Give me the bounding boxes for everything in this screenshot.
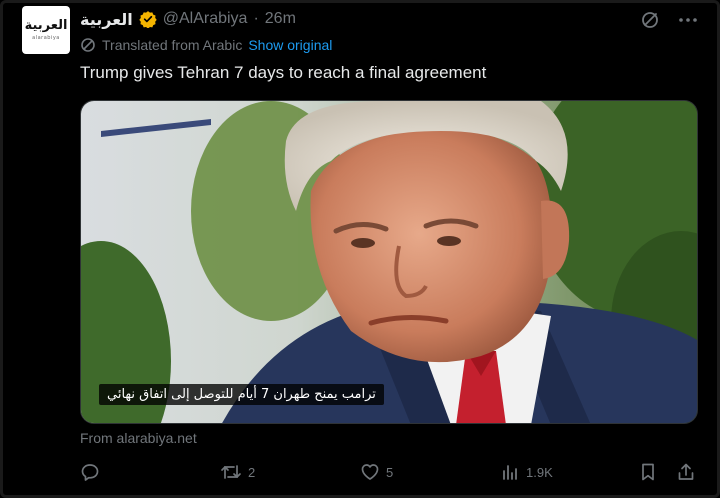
avatar[interactable]: العربية alarabiya [22, 6, 70, 54]
source-link[interactable]: From alarabiya.net [80, 430, 197, 446]
share-button[interactable] [676, 462, 696, 482]
more-icon[interactable] [678, 10, 698, 30]
share-icon [678, 463, 694, 480]
action-bar: 2 5 1.9K [80, 462, 698, 490]
translation-label: Translated from Arabic [102, 37, 243, 53]
grok-icon[interactable] [640, 10, 660, 30]
repost-button[interactable]: 2 [220, 462, 255, 482]
bookmark-icon [642, 463, 654, 481]
heart-icon [361, 464, 379, 480]
header-icons [640, 10, 698, 30]
views-chart-icon [503, 465, 517, 480]
display-name[interactable]: العربية [80, 10, 133, 29]
translate-icon [81, 38, 95, 52]
timestamp[interactable]: 26m [265, 10, 296, 28]
views-count: 1.9K [526, 464, 553, 480]
tweet-text: Trump gives Tehran 7 days to reach a fin… [80, 63, 487, 82]
handle[interactable]: @AlArabiya [163, 10, 248, 28]
reply-icon [81, 464, 99, 481]
repost-icon [221, 465, 241, 479]
reply-button[interactable] [80, 462, 106, 482]
logo-latin-text: alarabiya [32, 35, 60, 41]
show-original-link[interactable]: Show original [248, 37, 332, 53]
post-image[interactable]: ترامب يمنح طهران 7 أيام للتوصل إلى اتفاق… [80, 100, 698, 424]
logo-arabic-text: العربية [24, 18, 68, 33]
verified-badge-icon[interactable] [139, 10, 157, 28]
bookmark-button[interactable] [638, 462, 658, 482]
views-button[interactable]: 1.9K [500, 462, 553, 482]
repost-count: 2 [248, 464, 256, 480]
like-button[interactable]: 5 [360, 462, 393, 482]
portrait-photo [81, 101, 697, 423]
separator-dot: · [253, 10, 259, 27]
image-caption: ترامب يمنح طهران 7 أيام للتوصل إلى اتفاق… [99, 384, 384, 405]
like-count: 5 [386, 464, 394, 480]
post-header: العربية @AlArabiya · 26m [80, 8, 296, 30]
translation-notice: Translated from Arabic Show original [80, 37, 332, 53]
